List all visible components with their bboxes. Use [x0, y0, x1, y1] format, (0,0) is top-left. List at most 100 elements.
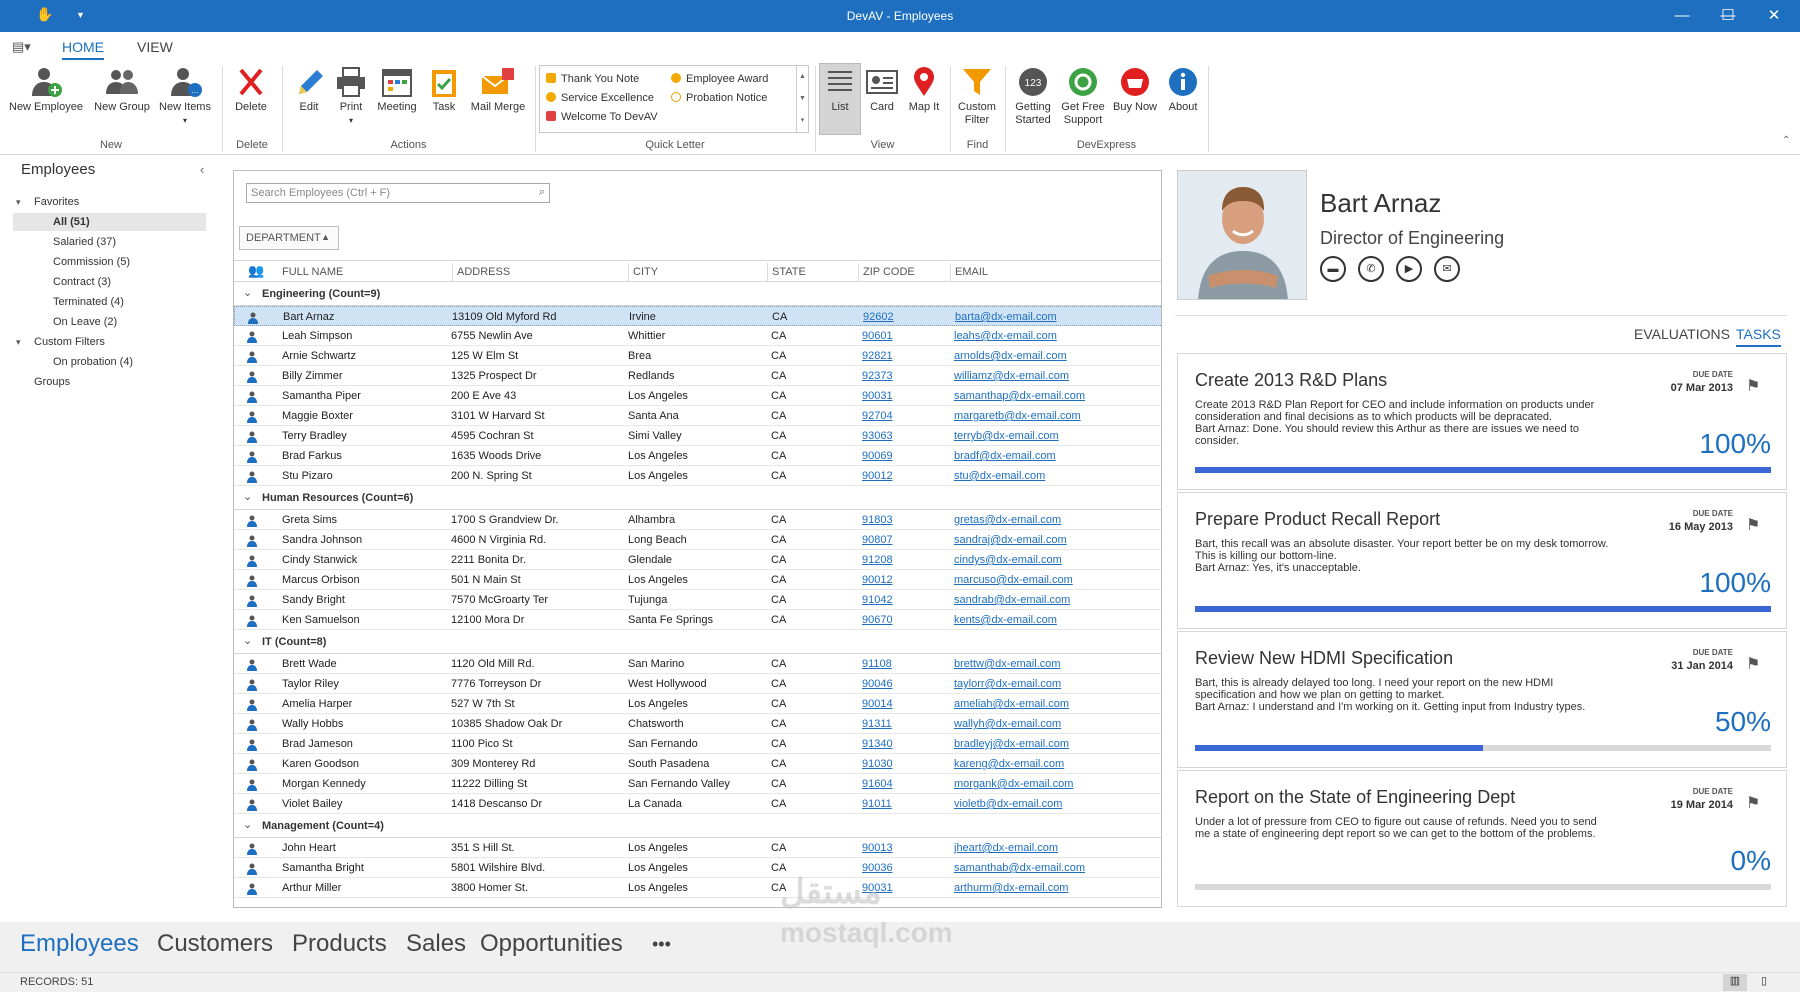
list-view-button[interactable]: List	[820, 66, 860, 114]
cell-zip-code[interactable]: 92602	[863, 311, 894, 323]
phone-icon[interactable]: ✆	[1358, 256, 1384, 282]
chevron-down-icon[interactable]: ⌄	[243, 818, 252, 831]
new-employee-button[interactable]: New Employee	[6, 66, 86, 114]
table-row[interactable]: Ken Samuelson 12100 Mora Dr Santa Fe Sprin…	[234, 610, 1161, 630]
cell-zip-code[interactable]: 91030	[862, 758, 893, 770]
reading-view-icon[interactable]: ▯	[1752, 974, 1776, 991]
nav-item-contract[interactable]: Contract (3)	[53, 276, 111, 288]
chevron-down-icon[interactable]: ⌄	[243, 634, 252, 647]
cell-zip-code[interactable]: 92704	[862, 410, 893, 422]
cell-zip-code[interactable]: 91340	[862, 738, 893, 750]
cell-email[interactable]: taylorr@dx-email.com	[954, 678, 1061, 690]
table-row[interactable]: Terry Bradley 4595 Cochran St Simi Valley C…	[234, 426, 1161, 446]
cell-zip-code[interactable]: 92373	[862, 370, 893, 382]
cell-zip-code[interactable]: 93063	[862, 430, 893, 442]
col-state[interactable]: STATE	[767, 263, 806, 281]
table-row[interactable]: Bart Arnaz 13109 Old Myford Rd Irvine CA 926…	[234, 306, 1161, 326]
chevron-down-icon[interactable]: ▾	[16, 337, 21, 348]
card-view-button[interactable]: Card	[863, 66, 901, 114]
cell-email[interactable]: arthurm@dx-email.com	[954, 882, 1068, 894]
nav-favorites[interactable]: Favorites	[34, 196, 79, 208]
chat-icon[interactable]: ▬	[1320, 256, 1346, 282]
delete-button[interactable]: Delete	[230, 66, 272, 114]
backstage-menu-icon[interactable]: ▤▾	[12, 39, 31, 55]
tab-home[interactable]: HOME	[62, 39, 104, 60]
collapse-nav-icon[interactable]: ‹	[200, 162, 204, 177]
cell-email[interactable]: morgank@dx-email.com	[954, 778, 1073, 790]
cell-zip-code[interactable]: 92821	[862, 350, 893, 362]
table-row[interactable]: Leah Simpson 6755 Newlin Ave Whittier CA 906…	[234, 326, 1161, 346]
cell-zip-code[interactable]: 90012	[862, 574, 893, 586]
mail-merge-button[interactable]: Mail Merge	[466, 66, 530, 114]
nav-item-terminated[interactable]: Terminated (4)	[53, 296, 124, 308]
nav-item-on-probation[interactable]: On probation (4)	[53, 356, 133, 368]
cell-zip-code[interactable]: 90069	[862, 450, 893, 462]
cell-zip-code[interactable]: 91604	[862, 778, 893, 790]
normal-view-icon[interactable]: ▥	[1723, 974, 1747, 991]
table-row[interactable]: Brad Farkus 1635 Woods Drive Los Angeles CA…	[234, 446, 1161, 466]
getting-started-button[interactable]: 123 Getting Started	[1010, 66, 1056, 127]
flag-icon[interactable]: ⚑	[1746, 376, 1760, 396]
cell-zip-code[interactable]: 90031	[862, 390, 893, 402]
cell-zip-code[interactable]: 90013	[862, 842, 893, 854]
quick-letter-probation-notice[interactable]: Probation Notice	[671, 92, 767, 104]
quick-letter-employee-award[interactable]: Employee Award	[671, 73, 768, 85]
module-products[interactable]: Products	[292, 930, 387, 958]
cell-email[interactable]: terryb@dx-email.com	[954, 430, 1059, 442]
buy-now-button[interactable]: Buy Now	[1110, 66, 1160, 114]
task-card[interactable]: Report on the State of Engineering Dept U…	[1177, 770, 1787, 907]
cell-email[interactable]: cindys@dx-email.com	[954, 554, 1062, 566]
group-row[interactable]: ⌄ Human Resources (Count=6)	[234, 486, 1161, 510]
cell-email[interactable]: margaretb@dx-email.com	[954, 410, 1081, 422]
new-items-button[interactable]: … New Items ▾	[157, 66, 213, 127]
email-icon[interactable]: ✉	[1434, 256, 1460, 282]
nav-item-salaried[interactable]: Salaried (37)	[53, 236, 116, 248]
cell-email[interactable]: samanthab@dx-email.com	[954, 862, 1085, 874]
cell-email[interactable]: brettw@dx-email.com	[954, 658, 1061, 670]
module-sales[interactable]: Sales	[406, 930, 466, 958]
table-row[interactable]: Stu Pizaro 200 N. Spring St Los Angeles CA 9…	[234, 466, 1161, 486]
cell-email[interactable]: bradf@dx-email.com	[954, 450, 1056, 462]
module-opportunities[interactable]: Opportunities	[480, 930, 623, 958]
cell-email[interactable]: ameliah@dx-email.com	[954, 698, 1069, 710]
cell-email[interactable]: violetb@dx-email.com	[954, 798, 1062, 810]
flag-icon[interactable]: ⚑	[1746, 793, 1760, 813]
close-button[interactable]: ✕	[1751, 0, 1797, 32]
group-row[interactable]: ⌄ Management (Count=4)	[234, 814, 1161, 838]
table-row[interactable]: Brad Jameson 1100 Pico St San Fernando CA 91…	[234, 734, 1161, 754]
cell-zip-code[interactable]: 90670	[862, 614, 893, 626]
more-modules-button[interactable]: •••	[652, 934, 671, 955]
gallery-scroll[interactable]: ▲ ▼ ▾	[796, 66, 808, 132]
module-customers[interactable]: Customers	[157, 930, 273, 958]
nav-item-commission[interactable]: Commission (5)	[53, 256, 130, 268]
table-row[interactable]: Billy Zimmer 1325 Prospect Dr Redlands CA 92…	[234, 366, 1161, 386]
cell-email[interactable]: sandrab@dx-email.com	[954, 594, 1070, 606]
cell-email[interactable]: samanthap@dx-email.com	[954, 390, 1085, 402]
table-row[interactable]: Wally Hobbs 10385 Shadow Oak Dr Chatsworth…	[234, 714, 1161, 734]
new-group-button[interactable]: New Group	[89, 66, 155, 114]
table-row[interactable]: Morgan Kennedy 11222 Dilling St San Fernan…	[234, 774, 1161, 794]
table-row[interactable]: Karen Goodson 309 Monterey Rd South Pasade…	[234, 754, 1161, 774]
collapse-ribbon-icon[interactable]: ⌃	[1782, 135, 1790, 146]
table-row[interactable]: Samantha Bright 5801 Wilshire Blvd. Los An…	[234, 858, 1161, 878]
quick-letter-welcome[interactable]: Welcome To DevAV	[546, 111, 658, 123]
task-button[interactable]: Task	[425, 66, 463, 114]
table-row[interactable]: Greta Sims 1700 S Grandview Dr. Alhambra CA…	[234, 510, 1161, 530]
cell-email[interactable]: jheart@dx-email.com	[954, 842, 1058, 854]
cell-email[interactable]: stu@dx-email.com	[954, 470, 1045, 482]
custom-filter-button[interactable]: Custom Filter	[954, 66, 1000, 127]
tab-view[interactable]: VIEW	[137, 39, 173, 55]
col-city[interactable]: CITY	[628, 263, 658, 281]
table-row[interactable]: John Heart 351 S Hill St. Los Angeles CA 900…	[234, 838, 1161, 858]
cell-zip-code[interactable]: 90012	[862, 470, 893, 482]
table-row[interactable]: Maggie Boxter 3101 W Harvard St Santa Ana C…	[234, 406, 1161, 426]
chevron-down-icon[interactable]: ⌄	[243, 490, 252, 503]
cell-email[interactable]: wallyh@dx-email.com	[954, 718, 1061, 730]
cell-zip-code[interactable]: 90046	[862, 678, 893, 690]
quick-letter-service-excellence[interactable]: Service Excellence	[546, 92, 654, 104]
table-row[interactable]: Brett Wade 1120 Old Mill Rd. San Marino CA 9…	[234, 654, 1161, 674]
cell-zip-code[interactable]: 91042	[862, 594, 893, 606]
col-address[interactable]: ADDRESS	[452, 263, 510, 281]
task-card[interactable]: Prepare Product Recall Report Bart, this …	[1177, 492, 1787, 629]
cell-email[interactable]: williamz@dx-email.com	[954, 370, 1069, 382]
